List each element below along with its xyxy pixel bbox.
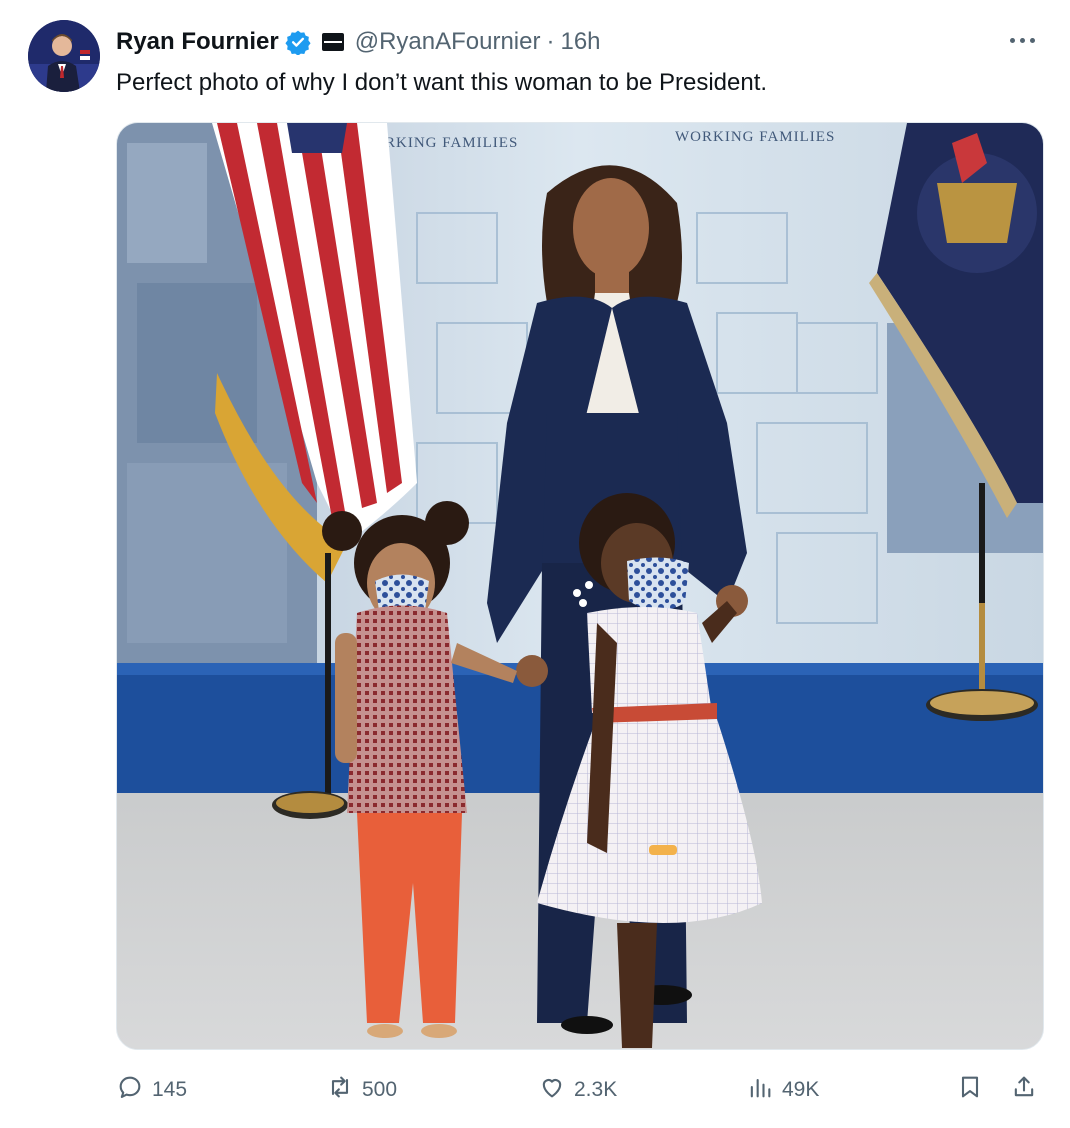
photo-banner-text-right: WORKING FAMILIES — [675, 129, 835, 145]
repost-icon — [326, 1073, 354, 1107]
bookmark-icon — [956, 1073, 984, 1107]
photo-banner-text-left: RKING FAMILIES — [385, 135, 518, 151]
share-button[interactable] — [1010, 1066, 1038, 1114]
verified-icon[interactable] — [285, 29, 311, 55]
more-icon[interactable] — [1004, 28, 1040, 52]
views-icon — [746, 1073, 774, 1107]
views-count: 49K — [782, 1078, 820, 1101]
views-button[interactable]: 49K — [746, 1066, 819, 1114]
like-count: 2.3K — [574, 1078, 618, 1101]
author-name[interactable]: Ryan Fournier — [116, 28, 279, 56]
bookmark-button[interactable] — [956, 1066, 984, 1114]
repost-button[interactable]: 500 — [326, 1066, 397, 1114]
tweet-actions: 145 500 2.3K 49K — [0, 1066, 1070, 1114]
author-handle[interactable]: @RyanAFournier — [355, 28, 541, 56]
reply-button[interactable]: 145 — [116, 1066, 187, 1114]
tweet[interactable]: Ryan Fournier @RyanAFournier · 16h Perfe… — [0, 0, 1070, 1128]
avatar[interactable] — [28, 20, 100, 92]
reply-count: 145 — [152, 1078, 188, 1101]
timestamp[interactable]: 16h — [560, 28, 600, 56]
tweet-header: Ryan Fournier @RyanAFournier · 16h — [116, 24, 601, 60]
like-icon — [538, 1073, 566, 1107]
reply-icon — [116, 1073, 144, 1107]
flag-badge-icon[interactable] — [321, 30, 345, 54]
separator-dot: · — [546, 28, 555, 55]
like-button[interactable]: 2.3K — [538, 1066, 617, 1114]
share-icon — [1010, 1073, 1038, 1107]
repost-count: 500 — [362, 1078, 398, 1101]
tweet-text: Perfect photo of why I don’t want this w… — [116, 69, 768, 96]
tweet-photo[interactable]: RKING FAMILIES WORKING FAMILIES — [116, 122, 1044, 1050]
